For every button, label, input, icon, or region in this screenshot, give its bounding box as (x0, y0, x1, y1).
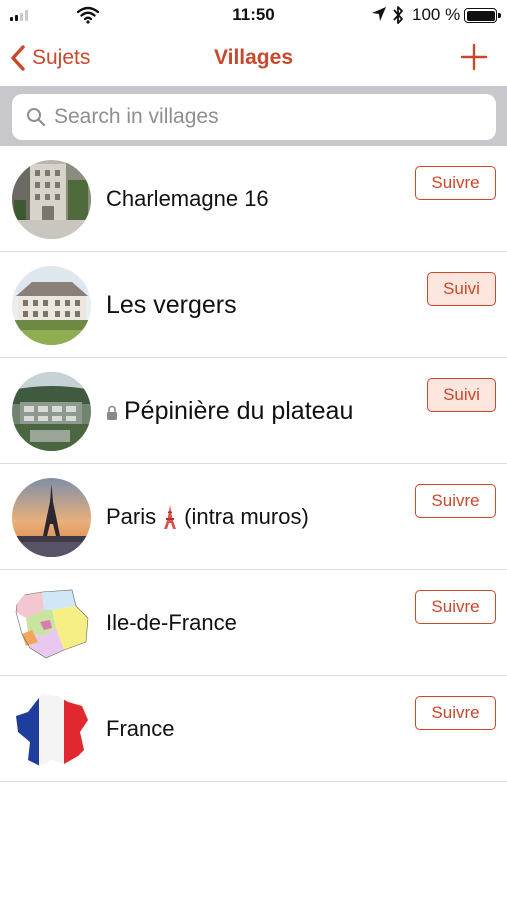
battery-icon (464, 8, 501, 23)
following-button[interactable]: Suivi (427, 378, 496, 412)
follow-button[interactable]: Suivre (415, 696, 496, 730)
village-name: Ile-de-France (106, 610, 237, 635)
follow-button[interactable]: Suivre (415, 590, 496, 624)
village-name: Pépinière du plateau (124, 396, 354, 425)
village-row-france[interactable]: France Suivre (0, 676, 507, 782)
search-input[interactable] (54, 105, 474, 129)
village-row-les-vergers[interactable]: Les vergers Suivi (0, 252, 507, 358)
village-avatar (12, 266, 91, 345)
villages-list: Charlemagne 16 Suivre Les vergers Suivi (0, 146, 507, 782)
village-row-ile-de-france[interactable]: Ile-de-France Suivre (0, 570, 507, 676)
village-avatar (12, 690, 91, 769)
plus-icon[interactable] (459, 42, 489, 72)
bluetooth-icon (393, 6, 403, 24)
village-name: Charlemagne 16 (106, 186, 269, 211)
search-icon (27, 108, 46, 127)
village-avatar (12, 478, 91, 557)
village-avatar (12, 372, 91, 451)
search-field[interactable] (12, 94, 496, 140)
follow-button[interactable]: Suivre (415, 484, 496, 518)
location-arrow-icon (372, 7, 386, 21)
follow-button[interactable]: Suivre (415, 166, 496, 200)
village-row-charlemagne-16[interactable]: Charlemagne 16 Suivre (0, 146, 507, 252)
village-row-pepiniere-du-plateau[interactable]: Pépinière du plateau Suivi (0, 358, 507, 464)
lock-icon (107, 405, 117, 420)
village-row-paris[interactable]: Paris (intra muros) Suivre (0, 464, 507, 570)
battery-percentage: 100 % (412, 5, 461, 24)
navigation-bar: Sujets Villages (0, 30, 507, 86)
village-avatar (12, 584, 91, 663)
village-name: France (106, 716, 175, 741)
following-button[interactable]: Suivi (427, 272, 496, 306)
search-bar (0, 86, 507, 146)
village-name-wrapper: Pépinière du plateau (106, 358, 353, 464)
village-name-wrapper: Paris (intra muros) (106, 464, 309, 570)
status-bar: 11:50 100 % (0, 0, 507, 30)
village-avatar (12, 160, 91, 239)
village-name: Paris (106, 504, 157, 529)
page-title: Villages (214, 46, 293, 69)
village-name-suffix: (intra muros) (184, 504, 309, 529)
village-name: Les vergers (106, 290, 237, 319)
tower-icon (164, 505, 177, 529)
